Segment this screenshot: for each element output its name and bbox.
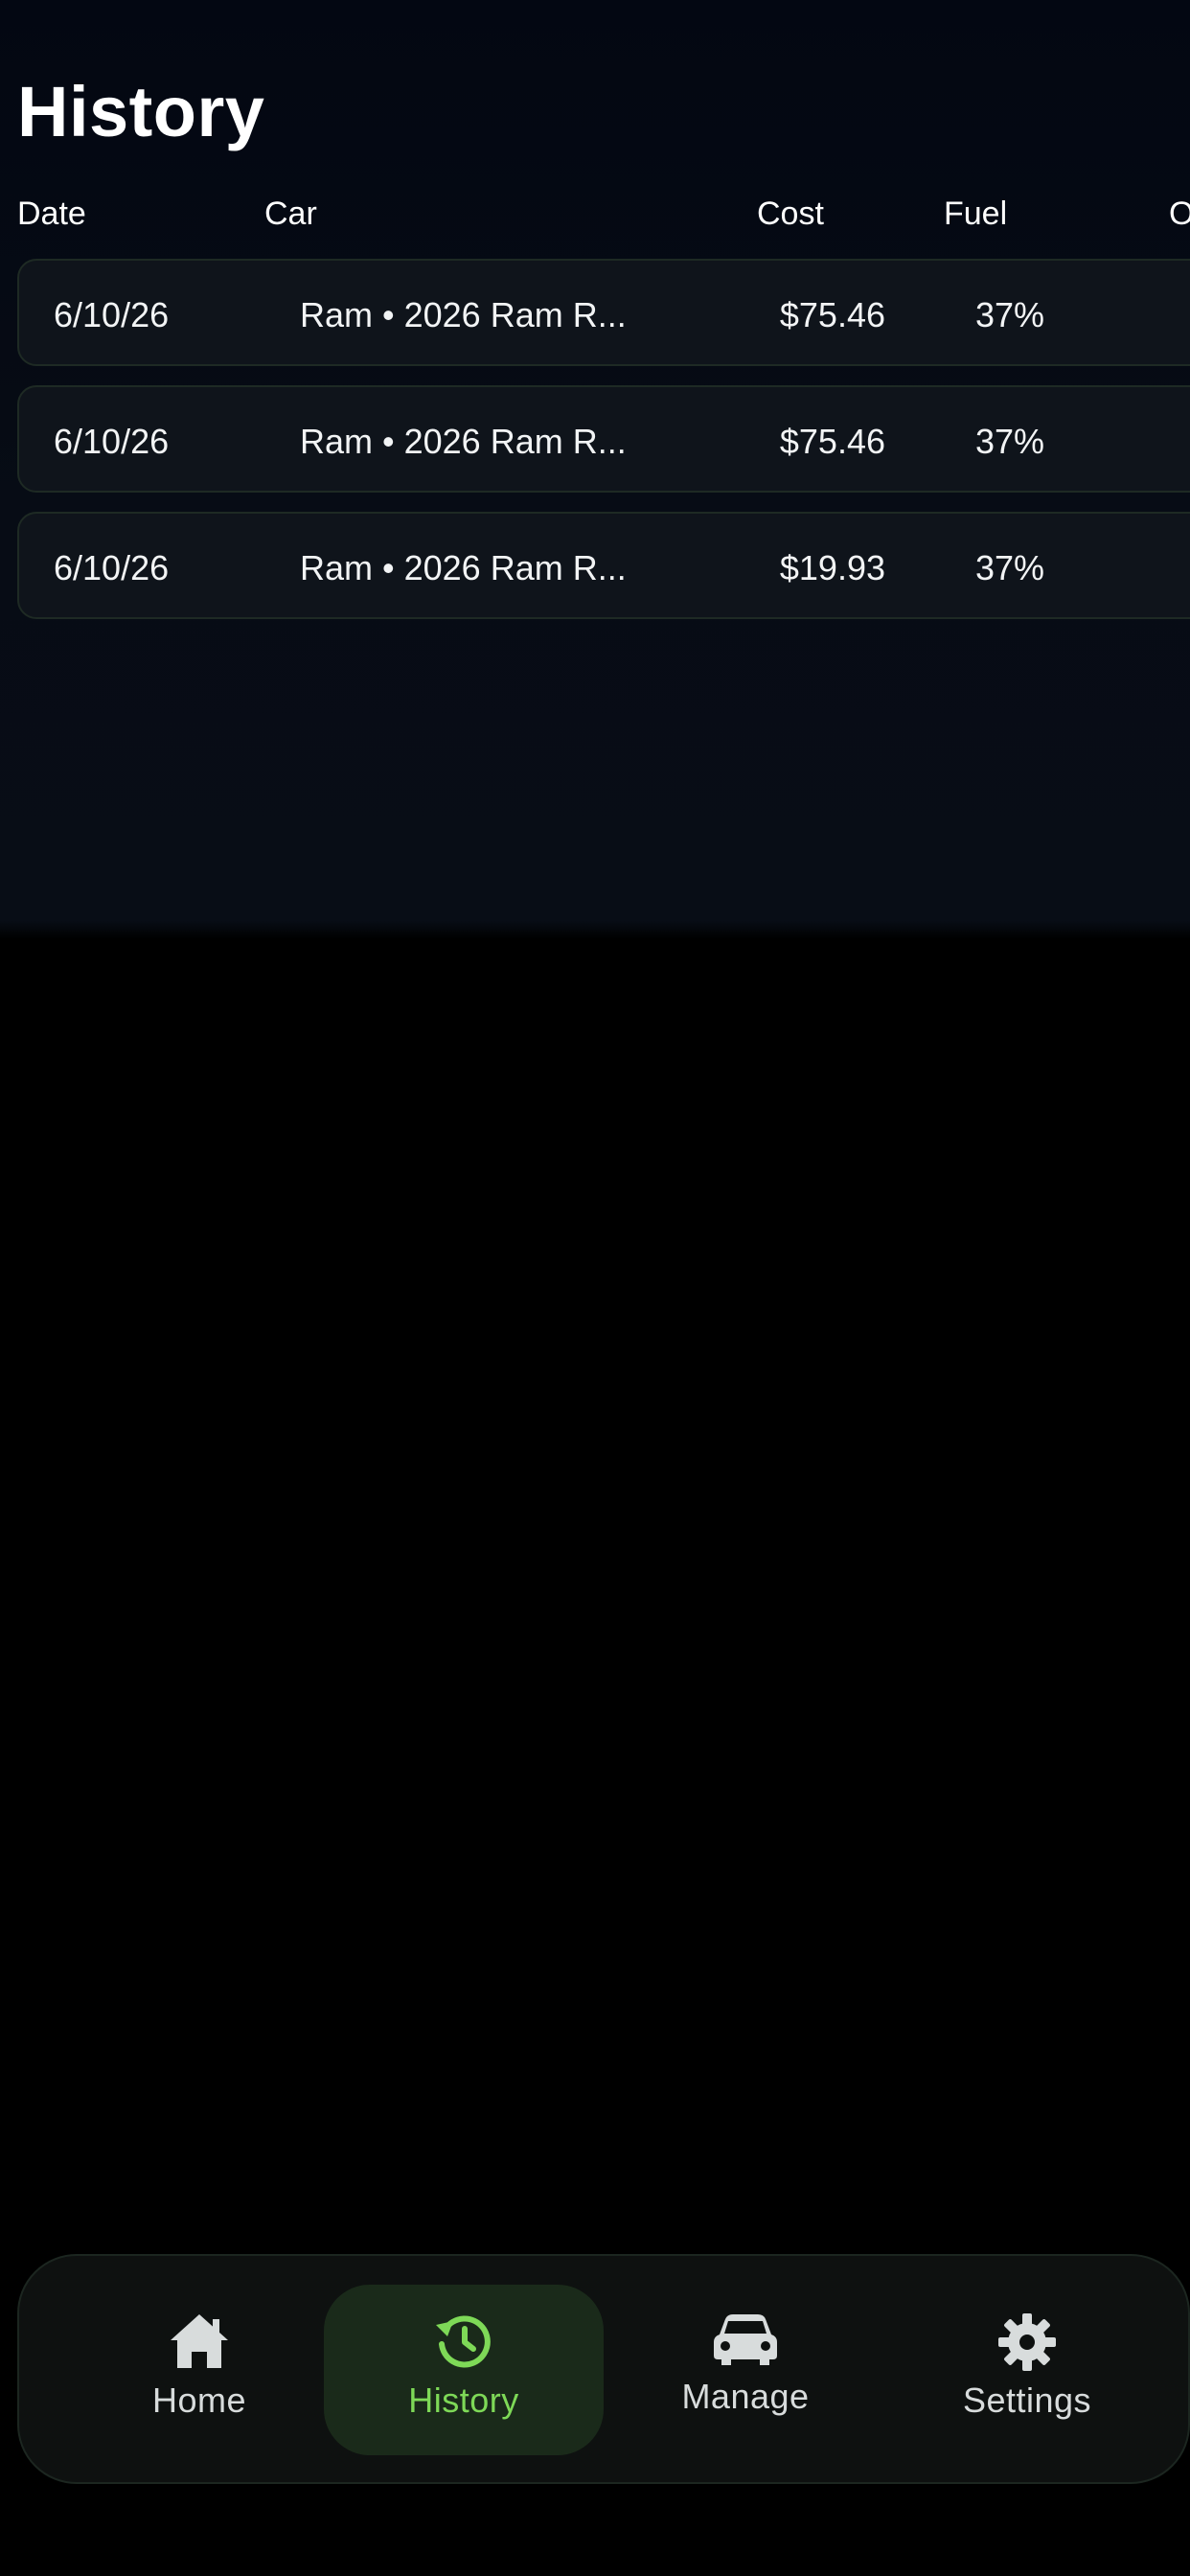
table-header: Date Car Cost Fuel O bbox=[0, 192, 1190, 240]
row-date: 6/10/26 bbox=[54, 548, 170, 587]
column-header-odometer[interactable]: O bbox=[1169, 196, 1190, 233]
bottom-tab-bar: Home History Manage Settings bbox=[17, 2254, 1190, 2484]
tab-home-label: Home bbox=[151, 2380, 247, 2420]
tab-history-label: History bbox=[408, 2380, 519, 2420]
column-header-date[interactable]: Date bbox=[17, 196, 86, 233]
history-list: 6/10/26 Ram • 2026 Ram R... $75.46 37% 6… bbox=[17, 259, 1190, 638]
row-cost: $75.46 bbox=[779, 422, 885, 461]
column-header-car[interactable]: Car bbox=[264, 196, 317, 233]
row-date: 6/10/26 bbox=[54, 295, 170, 334]
tab-settings-label: Settings bbox=[962, 2380, 1092, 2420]
gear-icon bbox=[887, 2312, 1167, 2373]
history-icon bbox=[324, 2312, 604, 2373]
row-date: 6/10/26 bbox=[54, 422, 170, 461]
row-cost: $75.46 bbox=[779, 295, 885, 334]
car-icon bbox=[606, 2312, 885, 2373]
row-fuel: 37% bbox=[975, 422, 1045, 461]
page-title: History bbox=[17, 72, 265, 151]
column-header-fuel[interactable]: Fuel bbox=[944, 196, 1007, 233]
tab-manage-label: Manage bbox=[681, 2377, 810, 2416]
column-header-cost[interactable]: Cost bbox=[757, 196, 824, 233]
row-fuel: 37% bbox=[975, 295, 1045, 334]
history-row[interactable]: 6/10/26 Ram • 2026 Ram R... $75.46 37% bbox=[17, 259, 1190, 366]
row-car: Ram • 2026 Ram R... bbox=[300, 295, 627, 334]
history-row[interactable]: 6/10/26 Ram • 2026 Ram R... $75.46 37% bbox=[17, 385, 1190, 493]
row-car: Ram • 2026 Ram R... bbox=[300, 548, 627, 587]
tab-history[interactable]: History bbox=[324, 2285, 604, 2455]
row-cost: $19.93 bbox=[779, 548, 885, 587]
history-row[interactable]: 6/10/26 Ram • 2026 Ram R... $19.93 37% bbox=[17, 512, 1190, 619]
row-fuel: 37% bbox=[975, 548, 1045, 587]
tab-settings[interactable]: Settings bbox=[887, 2285, 1167, 2455]
tab-home[interactable]: Home bbox=[59, 2285, 339, 2455]
home-icon bbox=[59, 2312, 339, 2373]
tab-manage[interactable]: Manage bbox=[606, 2285, 885, 2455]
row-car: Ram • 2026 Ram R... bbox=[300, 422, 627, 461]
